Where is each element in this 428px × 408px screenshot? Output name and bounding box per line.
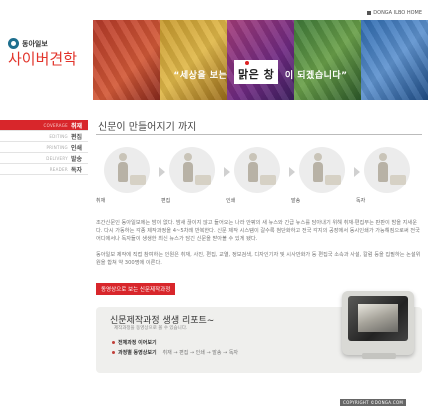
video-full-label: 전체과정 이어보기 [118,339,157,346]
printer-figure-icon [248,153,258,183]
sidebar-item-delivery[interactable]: DELIVERY 발송 [0,153,88,164]
reporter-figure-icon [118,153,128,183]
bullet-icon [112,350,115,354]
bullet-icon [112,340,115,344]
reader-figure-icon [378,153,388,183]
sidebar-item-en: READER [49,166,68,172]
step-delivery[interactable]: 발송 [291,145,360,205]
sidebar-item-label: 취재 [70,122,82,130]
intro-paragraph: 조간신문인 동아일보에는 밤이 없다. 밤새 끊이지 않고 들어오는 나라 안팎… [96,220,420,242]
home-link-label: DONGA ILBO HOME [373,10,422,16]
divider [96,134,422,135]
video-sequence: 취재 → 편집 → 인쇄 → 발송 → 독자 [162,349,239,356]
donga-emblem-icon [8,38,19,49]
sidebar-nav: COVERAGE 취재 EDITING 편집 PRINTING 인쇄 DELIV… [0,120,88,175]
sidebar-item-label: 인쇄 [70,144,82,152]
copyright: COPYRIGHT ©DONGA.COM [340,399,407,406]
sidebar-item-en: PRINTING [46,144,68,150]
donga-home-link[interactable]: DONGA ILBO HOME [367,10,422,16]
logo-title: 사이버견학 [8,50,78,68]
sidebar-item-editing[interactable]: EDITING 편집 [0,131,88,142]
step-reader[interactable]: 독자 [356,145,421,205]
courier-figure-icon [313,153,323,183]
video-each-label: 과정별 동영상보기 [118,349,157,356]
monitor-stand [362,353,396,359]
logo-newspaper-name: 동아일보 [22,39,48,48]
notebook-icon [130,175,146,185]
printing-press-icon [260,175,276,185]
step-label: 인쇄 [226,198,236,204]
monitor-icon[interactable] [342,291,414,359]
step-label: 편집 [161,198,171,204]
slogan-before: “세상을 보는 [173,71,228,81]
video-each-link[interactable]: 과정별 동영상보기 취재 → 편집 → 인쇄 → 발송 → 독자 [112,347,238,357]
sidebar-item-label: 발송 [70,155,82,163]
slogan-after: 이 되겠습니다” [284,71,348,81]
sidebar-item-printing[interactable]: PRINTING 인쇄 [0,142,88,153]
step-printing[interactable]: 인쇄 [226,145,295,205]
step-label: 발송 [291,198,301,204]
logo-top: 동아일보 [8,38,92,49]
banner-slogan: “세상을 보는 맑은 창 이 되겠습니다” [93,60,428,84]
video-section-button[interactable]: 동영상으로 보는 신문제작과정 [96,283,176,295]
sidebar-item-label: 독자 [70,166,82,174]
video-full-link[interactable]: 전체과정 이어보기 [112,337,238,347]
editor-figure-icon [183,153,193,183]
video-screen [348,296,408,341]
sidebar-item-en: EDITING [49,133,68,139]
sidebar-item-coverage[interactable]: COVERAGE 취재 [0,120,88,131]
video-links: 전체과정 이어보기 과정별 동영상보기 취재 → 편집 → 인쇄 → 발송 → … [112,337,238,357]
newspaper-icon [390,175,406,185]
process-steps: 취재 편집 인쇄 발송 독자 [96,145,422,205]
sidebar-item-en: COVERAGE [43,122,68,128]
video-report-box: 신문제작과정 생생 리포트~ 제작과정을 동영상으로 볼 수 있습니다. 전체과… [96,291,422,373]
desk-icon [195,175,211,185]
page-title: 신문이 만들어지기 까지 [98,122,197,133]
step-coverage[interactable]: 취재 [96,145,165,205]
step-editing[interactable]: 편집 [161,145,230,205]
video-subtitle: 제작과정을 동영상으로 볼 수 있습니다. [114,326,188,331]
arrow-right-icon [367,10,372,15]
sidebar-item-reader[interactable]: READER 독자 [0,164,88,175]
step-label: 독자 [356,198,366,204]
sidebar-item-label: 편집 [70,133,82,141]
slogan-highlight: 맑은 창 [234,60,279,84]
bundle-icon [325,175,341,185]
sidebar-item-en: DELIVERY [46,155,68,161]
staff-paragraph: 동아일보 제작에 직접 참여하는 인원은 취재, 사진, 편집, 교열, 정보검… [96,252,421,266]
main-content: 신문이 만들어지기 까지 취재 편집 인쇄 발송 독자 조간신문인 동아일보에는… [96,118,422,373]
site-logo[interactable]: 동아일보 사이버견학 [8,38,92,68]
step-label: 취재 [96,198,106,204]
